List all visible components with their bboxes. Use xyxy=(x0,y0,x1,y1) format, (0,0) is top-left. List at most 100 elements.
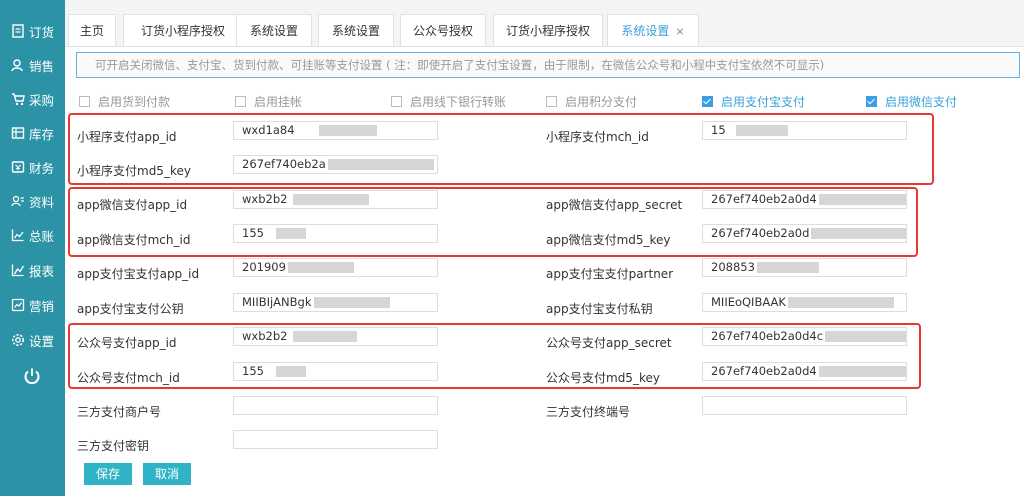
checkbox-label: 启用微信支付 xyxy=(885,95,958,109)
mp-md5-key-input[interactable]: 267ef740eb2a xyxy=(233,155,438,174)
input-value: 267ef740eb2a0d4c xyxy=(711,329,824,343)
input-value: wxb2b2 xyxy=(242,192,288,206)
gzh-app-id-input[interactable]: wxb2b2 xyxy=(233,327,438,346)
checkbox-box[interactable] xyxy=(546,96,557,107)
field-label: 三方支付终端号 xyxy=(546,405,631,419)
gzh-app-secret-input[interactable]: 267ef740eb2a0d4c xyxy=(702,327,907,346)
tab-mp-auth-2[interactable]: 订货小程序授权 xyxy=(493,14,603,46)
settings-icon xyxy=(11,333,25,347)
sidebar-item-order[interactable]: 订货 xyxy=(0,16,65,46)
sidebar-item-inventory[interactable]: 库存 xyxy=(0,118,65,148)
redaction-mask xyxy=(811,228,906,239)
field-label: app微信支付app_secret xyxy=(546,198,683,212)
checkbox-label: 启用货到付款 xyxy=(98,95,171,109)
field-label: 三方支付密钥 xyxy=(77,439,150,453)
redaction-mask xyxy=(318,125,377,136)
tab-label: 主页 xyxy=(79,24,104,38)
redaction-mask xyxy=(275,228,306,239)
alipay-checkbox[interactable]: 启用支付宝支付 xyxy=(702,93,805,110)
field-label: app支付宝支付partner xyxy=(546,267,674,281)
wechat-pay-checkbox[interactable]: 启用微信支付 xyxy=(866,93,957,110)
tab-gzh-auth[interactable]: 公众号授权 xyxy=(400,14,486,46)
field-label: 公众号支付md5_key xyxy=(546,371,660,385)
field-label: app支付宝支付私钥 xyxy=(546,302,653,316)
tab-label: 订货小程序授权 xyxy=(505,24,590,38)
tab-mp-auth[interactable]: 订货小程序授权 xyxy=(123,14,243,46)
field-label: 公众号支付app_id xyxy=(77,336,177,350)
gzh-md5-key-input[interactable]: 267ef740eb2a0d4 xyxy=(702,362,907,381)
credit-checkbox[interactable]: 启用挂帐 xyxy=(235,93,302,110)
cancel-button[interactable]: 取消 xyxy=(143,463,191,485)
sidebar-item-label: 总账 xyxy=(28,228,54,244)
tab-settings-2[interactable]: 系统设置 xyxy=(318,14,394,46)
app-wechat-md5-key-input[interactable]: 267ef740eb2a0d xyxy=(702,224,907,243)
third-merchant-no-input[interactable] xyxy=(233,396,438,415)
mp-app-id-input[interactable]: wxd1a84 xyxy=(233,121,438,140)
marketing-icon xyxy=(11,298,25,312)
input-value: 208853 xyxy=(711,260,755,274)
checkbox-box[interactable] xyxy=(235,96,246,107)
redaction-mask xyxy=(287,262,354,273)
field-label: app微信支付mch_id xyxy=(77,233,191,247)
checkbox-label: 启用挂帐 xyxy=(254,95,303,109)
sidebar-item-ledger[interactable]: 总账 xyxy=(0,220,65,250)
sales-icon xyxy=(11,58,25,72)
sidebar-item-finance[interactable]: 财务 xyxy=(0,152,65,182)
finance-icon xyxy=(11,160,25,174)
app-wechat-app-id-input[interactable]: wxb2b2 xyxy=(233,190,438,209)
power-icon[interactable] xyxy=(22,366,42,386)
field-label: 小程序支付mch_id xyxy=(546,130,649,144)
sidebar-item-label: 财务 xyxy=(28,160,54,176)
input-value: 15 xyxy=(711,123,726,137)
field-label: 公众号支付app_secret xyxy=(546,336,672,350)
tab-label: 系统设置 xyxy=(621,24,670,38)
gzh-mch-id-input[interactable]: 155 xyxy=(233,362,438,381)
sidebar-item-marketing[interactable]: 营销 xyxy=(0,290,65,320)
tab-settings-1[interactable]: 系统设置 xyxy=(236,14,312,46)
checkbox-box[interactable] xyxy=(391,96,402,107)
sidebar-item-profile[interactable]: 资料 xyxy=(0,186,65,216)
sidebar-item-sales[interactable]: 销售 xyxy=(0,50,65,80)
checkbox-box[interactable] xyxy=(866,96,877,107)
field-label: app支付宝支付app_id xyxy=(77,267,200,281)
app-alipay-public-key-input[interactable]: MIIBIjANBgk xyxy=(233,293,438,312)
sidebar-item-label: 营销 xyxy=(28,298,54,314)
save-button[interactable]: 保存 xyxy=(84,463,132,485)
sidebar-item-label: 报表 xyxy=(28,263,54,279)
points-checkbox[interactable]: 启用积分支付 xyxy=(546,93,637,110)
input-value: wxb2b2 xyxy=(242,329,288,343)
tab-label: 系统设置 xyxy=(249,24,298,38)
third-secret-input[interactable] xyxy=(233,430,438,449)
app-wechat-app-secret-input[interactable]: 267ef740eb2a0d4 xyxy=(702,190,907,209)
field-label: 公众号支付mch_id xyxy=(77,371,180,385)
field-label: app微信支付md5_key xyxy=(546,233,671,247)
cod-checkbox[interactable]: 启用货到付款 xyxy=(79,93,170,110)
sidebar: 订货 销售 采购 库存 财务 资料 总账 报表 营销 设置 xyxy=(0,0,65,496)
checkbox-box[interactable] xyxy=(79,96,90,107)
redaction-mask xyxy=(293,194,370,205)
app-wechat-mch-id-input[interactable]: 155 xyxy=(233,224,438,243)
field-label: app支付宝支付公钥 xyxy=(77,302,184,316)
bank-transfer-checkbox[interactable]: 启用线下银行转账 xyxy=(391,93,506,110)
sidebar-item-purchase[interactable]: 采购 xyxy=(0,84,65,114)
mp-mch-id-input[interactable]: 15 xyxy=(702,121,907,140)
order-icon xyxy=(11,24,25,38)
tab-label: 系统设置 xyxy=(331,24,380,38)
ledger-icon xyxy=(11,228,25,242)
inventory-icon xyxy=(11,126,25,140)
tab-settings-active[interactable]: 系统设置 × xyxy=(607,14,699,46)
sidebar-item-label: 销售 xyxy=(28,58,54,74)
checkbox-label: 启用支付宝支付 xyxy=(721,95,806,109)
app-alipay-private-key-input[interactable]: MIIEoQIBAAK xyxy=(702,293,907,312)
sidebar-item-report[interactable]: 报表 xyxy=(0,255,65,285)
sidebar-item-settings[interactable]: 设置 xyxy=(0,325,65,355)
app-alipay-partner-input[interactable]: 208853 xyxy=(702,258,907,277)
close-icon[interactable]: × xyxy=(675,25,684,38)
input-value: wxd1a84 xyxy=(242,123,295,137)
third-terminal-no-input[interactable] xyxy=(702,396,907,415)
checkbox-box[interactable] xyxy=(702,96,713,107)
app-alipay-app-id-input[interactable]: 201909 xyxy=(233,258,438,277)
tab-home[interactable]: 主页 xyxy=(68,14,116,46)
report-icon xyxy=(11,263,25,277)
tab-label: 公众号授权 xyxy=(412,24,473,38)
